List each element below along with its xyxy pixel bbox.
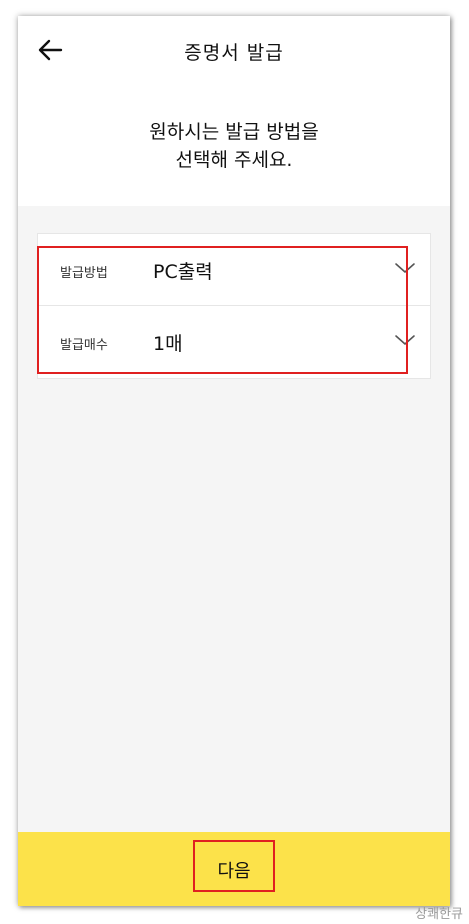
watermark: 상쾌한큐 <box>415 907 463 922</box>
issue-method-label: 발급방법 <box>60 266 108 281</box>
issuance-options: 발급방법 PC출력 발급매수 1매 <box>37 233 431 379</box>
header: 증명서 발급 원하시는 발급 방법을 선택해 주세요. <box>18 16 450 206</box>
guide-line-1: 원하시는 발급 방법을 <box>149 121 319 143</box>
next-button[interactable]: 다음 <box>18 832 450 906</box>
issue-method-select[interactable]: 발급방법 PC출력 <box>38 234 430 306</box>
chevron-down-icon <box>394 260 416 274</box>
page-title: 증명서 발급 <box>184 42 284 64</box>
issue-count-value: 1매 <box>153 333 183 355</box>
next-button-label: 다음 <box>217 861 251 882</box>
issue-count-label: 발급매수 <box>60 338 108 353</box>
guide-line-2: 선택해 주세요. <box>175 149 293 171</box>
issue-count-select[interactable]: 발급매수 1매 <box>38 306 430 378</box>
screenshot-frame: 증명서 발급 원하시는 발급 방법을 선택해 주세요. 발급방법 PC출력 발급… <box>0 0 469 924</box>
chevron-down-icon <box>394 332 416 346</box>
app-screen: 증명서 발급 원하시는 발급 방법을 선택해 주세요. 발급방법 PC출력 발급… <box>18 16 450 906</box>
issue-method-value: PC출력 <box>153 261 213 283</box>
guide-text: 원하시는 발급 방법을 선택해 주세요. <box>18 118 450 174</box>
